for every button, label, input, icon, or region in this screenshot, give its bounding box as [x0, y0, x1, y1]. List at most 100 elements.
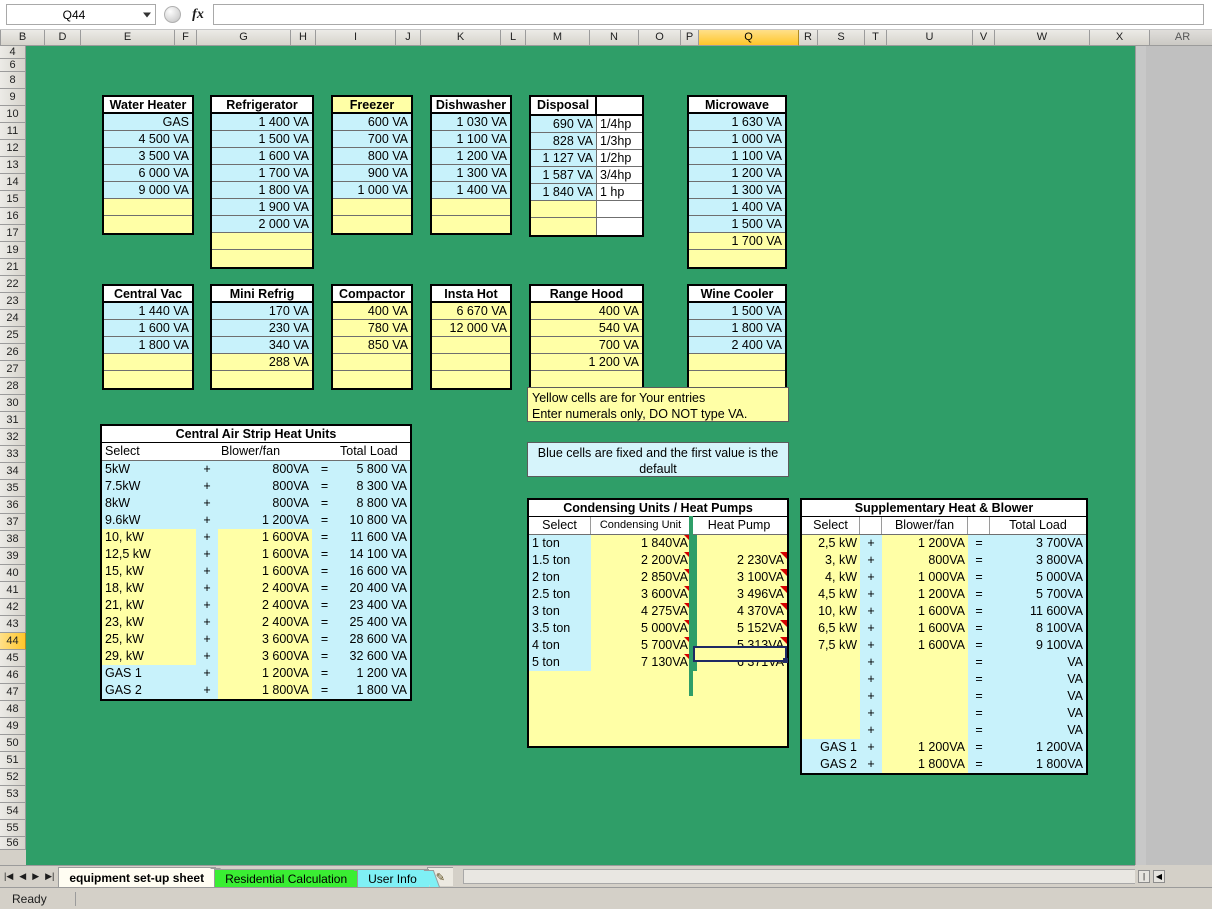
cell-blower[interactable]: 1 600VA	[218, 546, 312, 563]
column-header-t[interactable]: T	[865, 30, 887, 46]
cell-select[interactable]: 3.5 ton	[529, 620, 591, 637]
cell-select[interactable]: 2 ton	[529, 569, 591, 586]
table-cell[interactable]	[212, 371, 312, 388]
cell-blower[interactable]: 1 600VA	[218, 529, 312, 546]
table-cell[interactable]: 1 500 VA	[689, 303, 785, 320]
table-cell[interactable]: 1 630 VA	[689, 114, 785, 131]
cell-select[interactable]: 6,5 kW	[802, 620, 860, 637]
cell-select[interactable]: GAS 1	[102, 665, 196, 682]
cell-select[interactable]: 18, kW	[102, 580, 196, 597]
cell-blower[interactable]	[882, 722, 968, 739]
cell-equals[interactable]: =	[312, 512, 337, 529]
cell-equals[interactable]: =	[968, 535, 990, 552]
cell-select[interactable]: 29, kW	[102, 648, 196, 665]
table-cell[interactable]: 1 500 VA	[689, 216, 785, 233]
table-cell[interactable]: 1 400 VA	[212, 114, 312, 131]
cell-total[interactable]: 8 800 VA	[337, 495, 410, 512]
cell-plus[interactable]: +	[860, 671, 882, 688]
table-cell[interactable]: 2 400 VA	[689, 337, 785, 354]
supplementary-row[interactable]: +=VA	[802, 705, 1086, 722]
cell-equals[interactable]: =	[312, 529, 337, 546]
table-cell[interactable]: 340 VA	[212, 337, 312, 354]
cell-blower[interactable]: 1 200VA	[882, 535, 968, 552]
horizontal-scrollbar[interactable]	[463, 869, 1208, 884]
row-header-31[interactable]: 31	[0, 412, 26, 429]
table-cell[interactable]	[432, 354, 510, 371]
table-cell[interactable]	[432, 216, 510, 233]
cell-condensing-unit[interactable]: 4 275VA	[591, 603, 691, 620]
cell-blower[interactable]: 1 800VA	[218, 682, 312, 699]
cell-select[interactable]: 23, kW	[102, 614, 196, 631]
cell-heat-pump[interactable]: 2 230VA	[697, 552, 787, 569]
cell-blower[interactable]: 1 200VA	[882, 586, 968, 603]
cell-blower[interactable]: 800VA	[218, 495, 312, 512]
row-header-34[interactable]: 34	[0, 463, 26, 480]
cell-blower[interactable]: 2 400VA	[218, 597, 312, 614]
condensing-row[interactable]: 1.5 ton2 200VA2 230VA	[529, 552, 787, 569]
cell-plus[interactable]: +	[860, 552, 882, 569]
cell-equals[interactable]: =	[968, 552, 990, 569]
column-header-u[interactable]: U	[887, 30, 973, 46]
cell-select[interactable]	[802, 722, 860, 739]
strip-heat-row[interactable]: 29, kW+3 600VA=32 600 VA	[102, 648, 410, 665]
table-cell[interactable]: 1 100 VA	[432, 131, 510, 148]
cell-equals[interactable]: =	[312, 631, 337, 648]
cell-plus[interactable]: +	[196, 546, 218, 563]
condensing-row[interactable]: 2 ton2 850VA3 100VA	[529, 569, 787, 586]
row-header-25[interactable]: 25	[0, 327, 26, 344]
cell-total[interactable]: 28 600 VA	[337, 631, 410, 648]
row-header-19[interactable]: 19	[0, 242, 26, 259]
cell-blower[interactable]: 1 600VA	[882, 637, 968, 654]
sheet-tab-2[interactable]: User Info	[357, 869, 429, 888]
row-header-14[interactable]: 14	[0, 174, 26, 191]
cell-equals[interactable]: =	[312, 648, 337, 665]
strip-heat-row[interactable]: 10, kW+1 600VA=11 600 VA	[102, 529, 410, 546]
cell-equals[interactable]: =	[968, 637, 990, 654]
cell-select[interactable]: 3, kW	[802, 552, 860, 569]
table-cell[interactable]	[104, 199, 192, 216]
row-header-43[interactable]: 43	[0, 616, 26, 633]
table-cell[interactable]	[432, 199, 510, 216]
table-cell[interactable]: 3 500 VA	[104, 148, 192, 165]
row-header-9[interactable]: 9	[0, 89, 26, 106]
cell-select[interactable]: 1 ton	[529, 535, 591, 552]
strip-heat-row[interactable]: 5kW+800VA=5 800 VA	[102, 461, 410, 478]
cell-total[interactable]: VA	[990, 722, 1086, 739]
cell-total[interactable]: 11 600 VA	[337, 529, 410, 546]
table-cell[interactable]: 1 700 VA	[212, 165, 312, 182]
cell-select[interactable]: 12,5 kW	[102, 546, 196, 563]
strip-heat-row[interactable]: 15, kW+1 600VA=16 600 VA	[102, 563, 410, 580]
first-sheet-button[interactable]: |◀	[4, 872, 13, 881]
cell-select[interactable]: 21, kW	[102, 597, 196, 614]
cell-total[interactable]: 9 100VA	[990, 637, 1086, 654]
cell-equals[interactable]: =	[312, 614, 337, 631]
cell-blower[interactable]: 800VA	[882, 552, 968, 569]
cell-select[interactable]	[802, 654, 860, 671]
row-header-24[interactable]: 24	[0, 310, 26, 327]
row-header-23[interactable]: 23	[0, 293, 26, 310]
cell-total[interactable]: VA	[990, 705, 1086, 722]
cell-plus[interactable]: +	[860, 603, 882, 620]
table-cell[interactable]: 288 VA	[212, 354, 312, 371]
cell-blower[interactable]: 3 600VA	[218, 648, 312, 665]
table-cell[interactable]: 9 000 VA	[104, 182, 192, 199]
cell-condensing-unit[interactable]: 1 840VA	[591, 535, 691, 552]
cell-blower[interactable]: 3 600VA	[218, 631, 312, 648]
table-row[interactable]	[531, 201, 642, 218]
cell-total[interactable]: 16 600 VA	[337, 563, 410, 580]
table-cell[interactable]: 1 440 VA	[104, 303, 192, 320]
row-header-26[interactable]: 26	[0, 344, 26, 361]
table-cell[interactable]: 6 670 VA	[432, 303, 510, 320]
cell-equals[interactable]: =	[312, 563, 337, 580]
table-cell[interactable]: 850 VA	[333, 337, 411, 354]
column-header-b[interactable]: B	[1, 30, 45, 46]
formula-input[interactable]	[213, 4, 1204, 25]
column-header-i[interactable]: I	[316, 30, 396, 46]
row-header-6[interactable]: 6	[0, 59, 26, 72]
table-cell-hp[interactable]: 3/4hp	[597, 167, 642, 183]
supplementary-row[interactable]: 4, kW+1 000VA=5 000VA	[802, 569, 1086, 586]
strip-heat-row[interactable]: 7.5kW+800VA=8 300 VA	[102, 478, 410, 495]
row-header-47[interactable]: 47	[0, 684, 26, 701]
row-header-40[interactable]: 40	[0, 565, 26, 582]
table-cell[interactable]: 828 VA	[531, 133, 597, 149]
